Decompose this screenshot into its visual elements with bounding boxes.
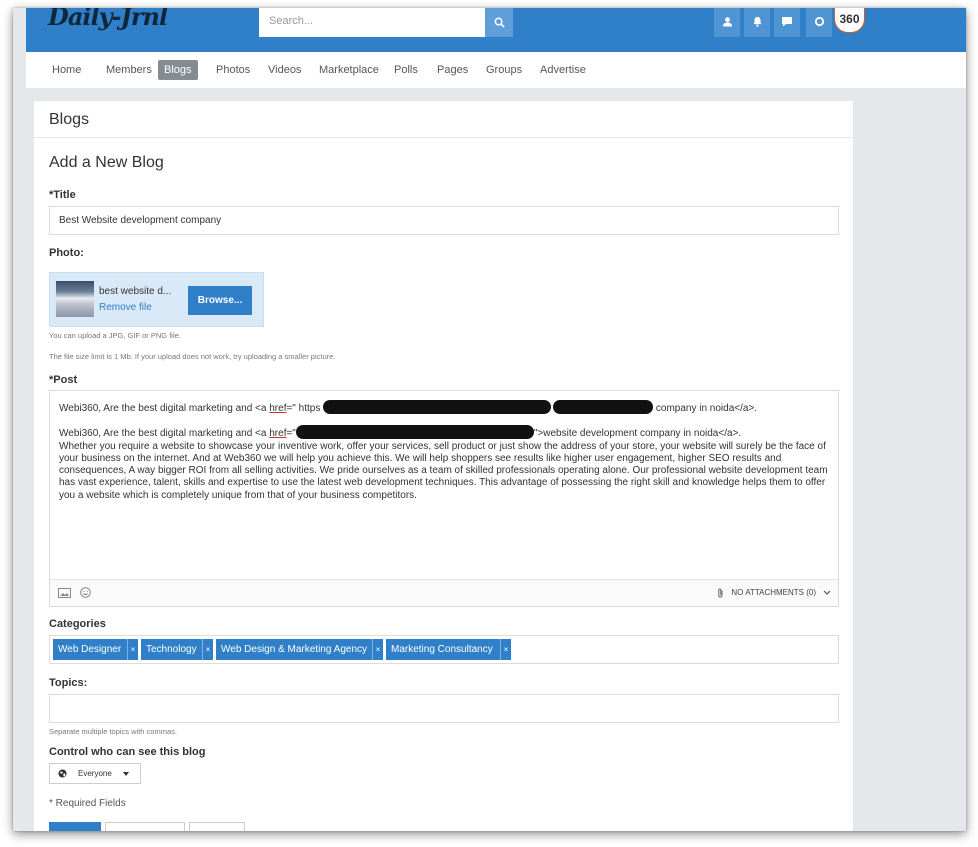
search-icon xyxy=(494,17,505,28)
user-icon xyxy=(722,16,732,27)
topics-help-text: Separate multiple topics with commas. xyxy=(49,727,177,736)
title-input[interactable]: Best Website development company xyxy=(49,206,839,235)
post-editor[interactable]: Webi360, Are the best digital marketing … xyxy=(49,390,839,607)
blog-form-panel: Blogs Add a New Blog *Title Best Website… xyxy=(34,101,853,831)
divider xyxy=(34,137,853,138)
search-button[interactable] xyxy=(485,8,513,37)
nav-blogs[interactable]: Blogs xyxy=(158,60,198,80)
cancel-button[interactable] xyxy=(189,822,245,831)
top-header: Daily-Jrnl Search... 360 xyxy=(26,8,966,52)
post-line-1: Webi360, Are the best digital marketing … xyxy=(59,400,831,415)
category-tag: Web Design & Marketing Agency × xyxy=(216,639,383,660)
notifications-button[interactable] xyxy=(744,8,770,37)
nav-groups[interactable]: Groups xyxy=(480,60,528,80)
nav-advertise[interactable]: Advertise xyxy=(534,60,592,80)
emoji-icon[interactable] xyxy=(80,587,91,598)
search-input[interactable]: Search... xyxy=(259,8,485,37)
redaction xyxy=(295,425,534,440)
post-content[interactable]: Webi360, Are the best digital marketing … xyxy=(59,400,831,502)
category-tag: Marketing Consultancy × xyxy=(386,639,511,660)
post-paragraph: Whether you require a website to showcas… xyxy=(59,440,828,501)
account-button[interactable] xyxy=(806,8,832,37)
remove-file-link[interactable]: Remove file xyxy=(99,302,152,313)
page-title: Blogs xyxy=(49,111,90,128)
nav-home[interactable]: Home xyxy=(46,60,87,80)
post-line-2: Webi360, Are the best digital marketing … xyxy=(59,425,831,440)
bell-icon xyxy=(752,16,762,27)
redaction xyxy=(323,400,552,414)
privacy-label: Control who can see this blog xyxy=(49,746,206,758)
remove-tag-button[interactable]: × xyxy=(500,639,511,660)
nav-members[interactable]: Members xyxy=(100,60,158,80)
browse-button[interactable]: Browse... xyxy=(188,286,252,315)
save-draft-button[interactable] xyxy=(105,822,185,831)
category-tag: Technology × xyxy=(141,639,213,660)
editor-toolbar: NO ATTACHMENTS (0) xyxy=(50,579,838,606)
main-nav: Home Members Blogs Photos Videos Marketp… xyxy=(26,52,966,88)
form-heading: Add a New Blog xyxy=(49,154,164,171)
photo-thumbnail xyxy=(56,281,94,317)
upload-limit-text: The file size limit is 1 Mb. If your upl… xyxy=(49,352,336,361)
categories-label: Categories xyxy=(49,618,106,630)
categories-field[interactable]: Web Designer × Technology × Web Design &… xyxy=(49,635,839,664)
photo-upload: best website d... Remove file Browse... xyxy=(49,272,264,327)
required-fields-note: * Required Fields xyxy=(49,798,126,809)
post-label: *Post xyxy=(49,374,78,386)
category-tag: Web Designer × xyxy=(53,639,138,660)
friend-requests-button[interactable] xyxy=(714,8,740,37)
messages-button[interactable] xyxy=(774,8,800,37)
nav-pages[interactable]: Pages xyxy=(431,60,474,80)
avatar[interactable]: 360 xyxy=(834,8,865,33)
title-label: *Title xyxy=(49,189,76,201)
topics-label: Topics: xyxy=(49,677,88,689)
screenshot-frame: Daily-Jrnl Search... 360 Home Members Bl… xyxy=(13,8,966,831)
photo-label: Photo: xyxy=(49,247,84,259)
privacy-select[interactable]: Everyone xyxy=(49,763,141,784)
chat-icon xyxy=(782,16,792,27)
publish-button[interactable] xyxy=(49,822,101,831)
file-name: best website d... xyxy=(99,286,172,297)
caret-down-icon xyxy=(123,772,129,776)
redaction xyxy=(553,400,654,414)
remove-tag-button[interactable]: × xyxy=(127,639,138,660)
remove-tag-button[interactable]: × xyxy=(372,639,383,660)
globe-icon xyxy=(58,769,67,778)
remove-tag-button[interactable]: × xyxy=(202,639,213,660)
chevron-down-icon[interactable] xyxy=(823,590,831,595)
nav-polls[interactable]: Polls xyxy=(388,60,424,80)
paperclip-icon xyxy=(718,588,723,598)
nav-photos[interactable]: Photos xyxy=(210,60,256,80)
image-icon[interactable] xyxy=(58,588,71,598)
topics-input[interactable] xyxy=(49,694,839,723)
nav-marketplace[interactable]: Marketplace xyxy=(313,60,385,80)
site-logo[interactable]: Daily-Jrnl xyxy=(48,8,168,31)
attachments-toggle[interactable]: NO ATTACHMENTS (0) xyxy=(731,588,816,597)
gear-icon xyxy=(814,16,824,26)
nav-videos[interactable]: Videos xyxy=(262,60,307,80)
upload-help-text: You can upload a JPG, GIF or PNG file. xyxy=(49,331,181,340)
